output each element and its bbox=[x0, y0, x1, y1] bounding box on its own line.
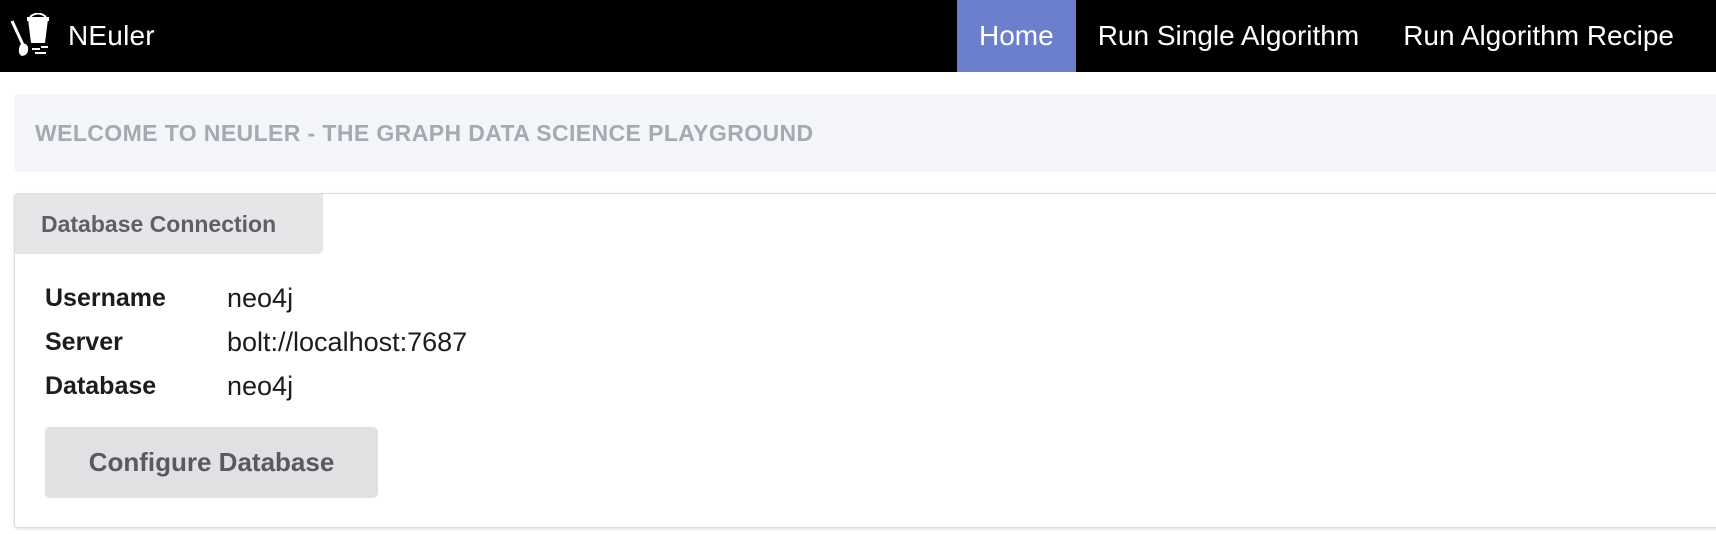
nav-item-home[interactable]: Home bbox=[957, 0, 1076, 72]
card-tab-label: Database Connection bbox=[41, 210, 277, 237]
database-connection-card: Database Connection Username neo4j Serve… bbox=[14, 193, 1716, 528]
top-navbar: NEuler Home Run Single Algorithm Run Alg… bbox=[0, 0, 1716, 72]
username-value: neo4j bbox=[227, 282, 294, 313]
database-row: Database neo4j bbox=[45, 364, 467, 408]
connection-details: Username neo4j Server bolt://localhost:7… bbox=[45, 276, 467, 408]
welcome-banner: WELCOME TO NEULER - THE GRAPH DATA SCIEN… bbox=[14, 94, 1716, 172]
welcome-banner-text: WELCOME TO NEULER - THE GRAPH DATA SCIEN… bbox=[35, 119, 814, 146]
bucket-shovel-icon bbox=[6, 11, 56, 61]
main-nav: Home Run Single Algorithm Run Algorithm … bbox=[957, 0, 1696, 72]
nav-item-run-algorithm-recipe[interactable]: Run Algorithm Recipe bbox=[1381, 0, 1696, 72]
card-tab: Database Connection bbox=[15, 194, 323, 254]
app-name: NEuler bbox=[68, 20, 155, 51]
server-row: Server bolt://localhost:7687 bbox=[45, 320, 467, 364]
database-label: Database bbox=[45, 371, 157, 400]
server-label: Server bbox=[45, 327, 123, 356]
brand[interactable]: NEuler bbox=[0, 0, 155, 72]
nav-item-run-single-algorithm[interactable]: Run Single Algorithm bbox=[1076, 0, 1381, 72]
configure-database-button[interactable]: Configure Database bbox=[45, 427, 378, 498]
database-value: neo4j bbox=[227, 370, 294, 401]
username-row: Username neo4j bbox=[45, 276, 467, 320]
username-label: Username bbox=[45, 283, 166, 312]
server-value: bolt://localhost:7687 bbox=[227, 326, 468, 357]
